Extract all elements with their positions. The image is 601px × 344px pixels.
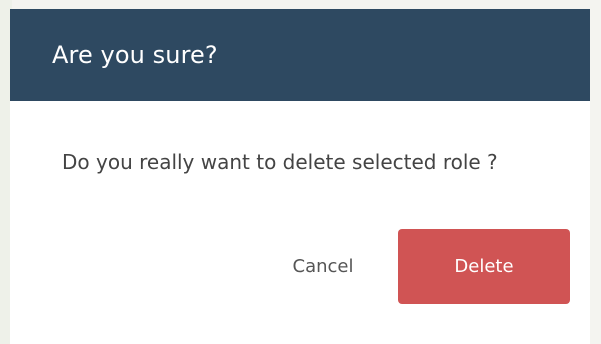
dialog-actions: Cancel Delete [268,229,570,304]
page: Are you sure? Do you really want to dele… [0,0,601,344]
dialog-title: Are you sure? [52,41,218,69]
dialog-body: Do you really want to delete selected ro… [10,101,590,180]
dialog-message: Do you really want to delete selected ro… [62,150,498,174]
dialog-header: Are you sure? [10,9,590,101]
confirm-dialog: Are you sure? Do you really want to dele… [10,9,590,344]
delete-button[interactable]: Delete [398,229,570,304]
cancel-button[interactable]: Cancel [268,230,378,304]
